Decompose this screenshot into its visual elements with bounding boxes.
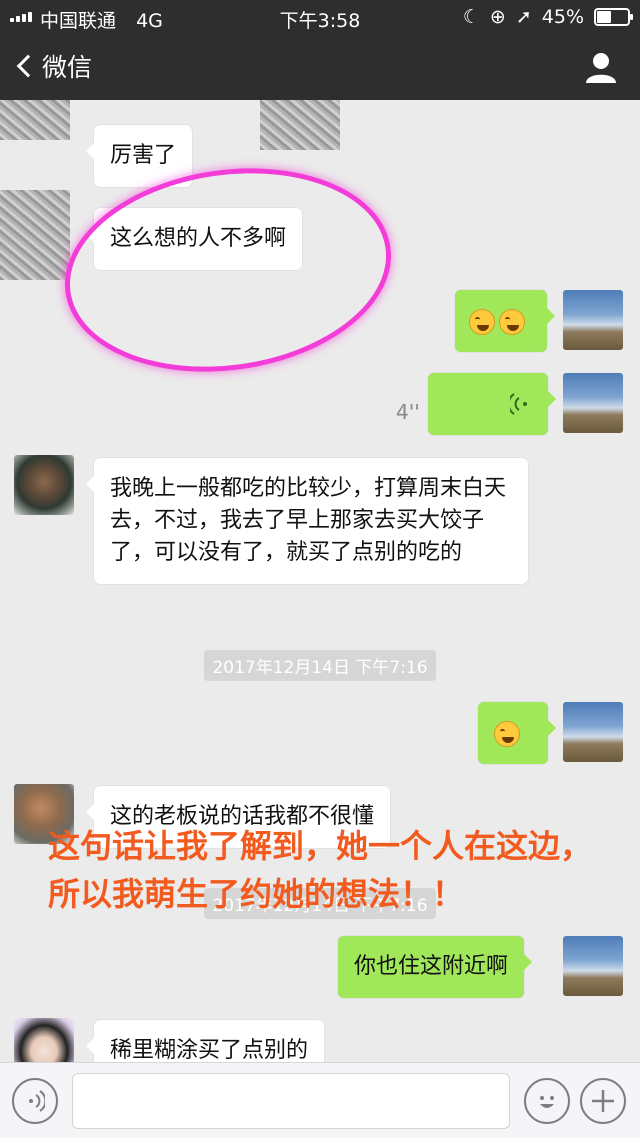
nav-bar: 微信 [0,34,640,100]
message-text: 我晚上一般都吃的比较少，打算周末白天去，不过，我去了早上那家去买大饺子了，可以没… [110,476,507,565]
voice-icon [29,1090,45,1112]
message-text: 这么想的人不多啊 [110,226,287,251]
avatar-self[interactable] [563,373,623,433]
smiley-face-icon [540,1096,554,1108]
input-bar [0,1062,640,1138]
status-bar: 中国联通 4G 下午3:58 ☾ ⊕ ➚ 45% [0,0,640,34]
message-input[interactable] [72,1073,510,1129]
message-bubble-outgoing[interactable]: 你也住这附近啊 [338,936,533,998]
annotation-text: 这句话让我了解到，她一个人在这边，所以我萌生了约她的想法！！ [48,827,593,913]
plus-icon [592,1090,614,1112]
back-button[interactable]: 微信 [14,48,92,84]
message-text: 厉害了 [110,143,177,168]
avatar-contact[interactable] [14,455,74,515]
message-text: 你也住这附近啊 [354,954,509,979]
timestamp-label: 2017年12月14日 下午7:16 [204,650,436,681]
back-label: 微信 [42,53,93,82]
profile-icon[interactable] [584,50,618,84]
voice-wave-icon [510,393,527,415]
rotation-lock-icon: ⊕ [489,6,506,28]
chevron-left-icon [16,54,40,78]
crying-laughing-icon [494,721,520,747]
battery-icon [594,8,633,26]
location-icon: ➚ [515,6,532,28]
voice-duration: 4'' [396,400,420,424]
message-bubble-incoming[interactable]: 这么想的人不多啊 [85,208,303,270]
avatar-self[interactable] [563,936,623,996]
message-bubble-incoming[interactable]: 稀里糊涂买了点别的 [85,1020,325,1062]
message-bubble-outgoing-emoji[interactable] [455,290,555,352]
moon-icon: ☾ [462,6,480,28]
more-button[interactable] [580,1078,626,1124]
voice-message-bubble[interactable] [428,373,556,435]
crying-laughing-icon [499,309,525,335]
voice-input-button[interactable] [12,1078,58,1124]
battery-percent: 45% [541,6,584,28]
redaction-scribble [0,100,70,140]
timestamp: 2017年12月14日 下午7:16 [0,650,640,681]
message-bubble-incoming[interactable]: 厉害了 [85,125,193,187]
redaction-scribble [0,190,70,280]
message-bubble-incoming[interactable]: 我晚上一般都吃的比较少，打算周末白天去，不过，我去了早上那家去买大饺子了，可以没… [86,458,528,584]
avatar-self[interactable] [563,290,623,350]
avatar-contact[interactable] [14,1018,74,1062]
emoji-button[interactable] [524,1078,570,1124]
avatar-self[interactable] [563,702,623,762]
message-text: 稀里糊涂买了点别的 [110,1038,309,1062]
message-bubble-outgoing-emoji[interactable] [478,702,556,764]
crying-laughing-icon [469,309,495,335]
redaction-scribble [260,100,340,150]
